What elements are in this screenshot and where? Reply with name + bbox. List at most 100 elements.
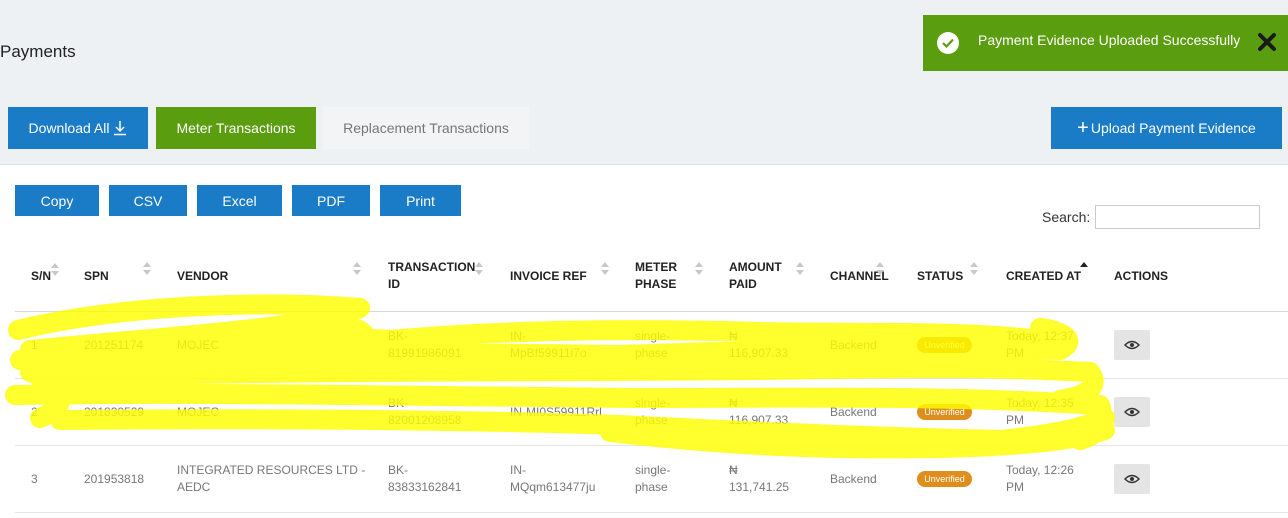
cell-created-at: Today, 12:35 PM bbox=[1006, 395, 1074, 429]
column-header-amount-paid[interactable]: AMOUNT PAID bbox=[729, 259, 782, 293]
eye-icon bbox=[1124, 340, 1140, 350]
cell-invoice-ref: IN-MI0S59911Rrl bbox=[510, 405, 602, 419]
column-header-invoice-ref[interactable]: INVOICE REF bbox=[510, 268, 587, 285]
cell-text: single- bbox=[635, 396, 671, 410]
cell-text: 116,907.33 bbox=[729, 413, 789, 427]
row-divider bbox=[15, 512, 1288, 513]
upload-payment-evidence-button[interactable]: + Upload Payment Evidence bbox=[1051, 107, 1282, 149]
row-divider bbox=[15, 445, 1288, 446]
cell-text: BK- bbox=[388, 463, 409, 477]
cell-text: IN- bbox=[510, 329, 526, 343]
status-badge: Unverified bbox=[917, 337, 972, 353]
sort-icon[interactable] bbox=[475, 262, 483, 276]
cell-meter-phase: single- phase bbox=[635, 395, 670, 429]
column-header-spn[interactable]: SPN bbox=[84, 268, 109, 285]
upload-payment-evidence-label: Upload Payment Evidence bbox=[1090, 120, 1256, 136]
cell-text: MQqm613477ju bbox=[510, 480, 596, 494]
cell-text: Today, 12:37 bbox=[1006, 329, 1074, 343]
cell-text: 82001208958 bbox=[388, 413, 462, 427]
tab-replacement-transactions[interactable]: Replacement Transactions bbox=[323, 107, 529, 149]
cell-transaction-id: BK- 81991986091 bbox=[388, 328, 461, 362]
replacement-transactions-label: Replacement Transactions bbox=[343, 120, 509, 136]
print-button[interactable]: Print bbox=[380, 185, 461, 216]
cell-sn: 1 bbox=[31, 338, 38, 352]
column-header-sn[interactable]: S/N bbox=[31, 268, 51, 285]
column-header-created-at[interactable]: CREATED AT bbox=[1006, 268, 1081, 285]
cell-text: single- bbox=[635, 463, 671, 477]
cell-spn: 201953818 bbox=[84, 472, 145, 486]
eye-icon bbox=[1124, 407, 1140, 417]
page-title: Payments bbox=[0, 42, 76, 61]
copy-button[interactable]: Copy bbox=[15, 185, 99, 216]
cell-sn: 2 bbox=[31, 405, 38, 419]
cell-transaction-id: BK- 82001208958 bbox=[388, 395, 461, 429]
column-header-meter-phase[interactable]: METER PHASE bbox=[635, 259, 677, 293]
plus-icon: + bbox=[1077, 117, 1089, 139]
meter-transactions-label: Meter Transactions bbox=[176, 120, 296, 136]
search-label: Search: bbox=[1042, 209, 1091, 225]
cell-spn: 201251174 bbox=[84, 338, 144, 352]
success-toast: Payment Evidence Uploaded Successfully bbox=[923, 15, 1288, 71]
cell-text: ₦ bbox=[729, 396, 738, 410]
cell-text: Today, 12:26 bbox=[1006, 463, 1074, 477]
cell-text: 81991986091 bbox=[388, 346, 462, 360]
cell-text: PM bbox=[1006, 413, 1024, 427]
cell-channel: Backend bbox=[830, 405, 877, 419]
cell-text: BK- bbox=[388, 329, 409, 343]
column-header-status[interactable]: STATUS bbox=[917, 268, 963, 285]
cell-text: phase bbox=[635, 346, 668, 360]
pdf-button[interactable]: PDF bbox=[292, 185, 370, 216]
cell-created-at: Today, 12:37 PM bbox=[1006, 328, 1074, 362]
status-badge: Unverified bbox=[917, 404, 972, 420]
column-header-transaction-id[interactable]: TRANSACTION ID bbox=[388, 259, 475, 293]
cell-meter-phase: single- phase bbox=[635, 328, 670, 362]
column-header-actions: ACTIONS bbox=[1114, 269, 1168, 283]
cell-text: 116,907.33 bbox=[729, 346, 789, 360]
cell-created-at: Today, 12:26 PM bbox=[1006, 462, 1074, 496]
cell-sn: 3 bbox=[31, 472, 38, 486]
column-header-vendor[interactable]: VENDOR bbox=[177, 268, 228, 285]
transaction-header-line-1: TRANSACTION bbox=[388, 260, 476, 274]
eye-icon bbox=[1124, 474, 1140, 484]
sort-icon[interactable] bbox=[601, 262, 609, 276]
cell-text: INTEGRATED RESOURCES LTD - bbox=[177, 463, 366, 477]
sort-icon[interactable] bbox=[796, 262, 804, 276]
cell-text: IN- bbox=[510, 463, 526, 477]
meter-header-line-2: PHASE bbox=[635, 277, 677, 291]
view-button[interactable] bbox=[1114, 397, 1150, 427]
close-icon[interactable] bbox=[1257, 31, 1277, 53]
sort-icon[interactable] bbox=[876, 262, 884, 276]
sort-icon[interactable] bbox=[970, 262, 978, 276]
cell-channel: Backend bbox=[830, 472, 877, 486]
cell-text: MpBf59911i7o bbox=[510, 346, 587, 360]
row-divider bbox=[15, 378, 1288, 379]
search-input[interactable] bbox=[1095, 205, 1260, 229]
sort-icon[interactable] bbox=[143, 262, 151, 276]
download-all-button[interactable]: Download All bbox=[8, 107, 148, 149]
cell-text: AEDC bbox=[177, 480, 211, 494]
cell-channel: Backend bbox=[830, 338, 877, 352]
cell-text: ₦ bbox=[729, 463, 738, 477]
amount-header-line-2: PAID bbox=[729, 277, 757, 291]
csv-button[interactable]: CSV bbox=[109, 185, 187, 216]
cell-amount-paid: ₦ 131,741.25 bbox=[729, 462, 789, 496]
cell-invoice-ref: IN- MQqm613477ju bbox=[510, 462, 595, 496]
cell-text: 131,741.25 bbox=[729, 480, 790, 494]
cell-amount-paid: ₦ 116,907.33 bbox=[729, 328, 788, 362]
sort-ascending-icon[interactable] bbox=[1080, 262, 1088, 276]
cell-vendor: MOJEC bbox=[177, 338, 219, 352]
cell-text: 83833162841 bbox=[388, 480, 462, 494]
view-button[interactable] bbox=[1114, 330, 1150, 360]
sort-icon[interactable] bbox=[353, 262, 361, 276]
cell-vendor: INTEGRATED RESOURCES LTD - AEDC bbox=[177, 462, 365, 496]
excel-button[interactable]: Excel bbox=[197, 185, 282, 216]
download-icon bbox=[114, 121, 127, 136]
status-badge: Unverified bbox=[917, 471, 972, 487]
cell-meter-phase: single- phase bbox=[635, 462, 670, 496]
view-button[interactable] bbox=[1114, 464, 1150, 494]
amount-header-line-1: AMOUNT bbox=[729, 260, 782, 274]
cell-text: phase bbox=[635, 413, 668, 427]
sort-icon[interactable] bbox=[51, 263, 59, 277]
sort-icon[interactable] bbox=[695, 262, 703, 276]
tab-meter-transactions[interactable]: Meter Transactions bbox=[156, 107, 316, 149]
